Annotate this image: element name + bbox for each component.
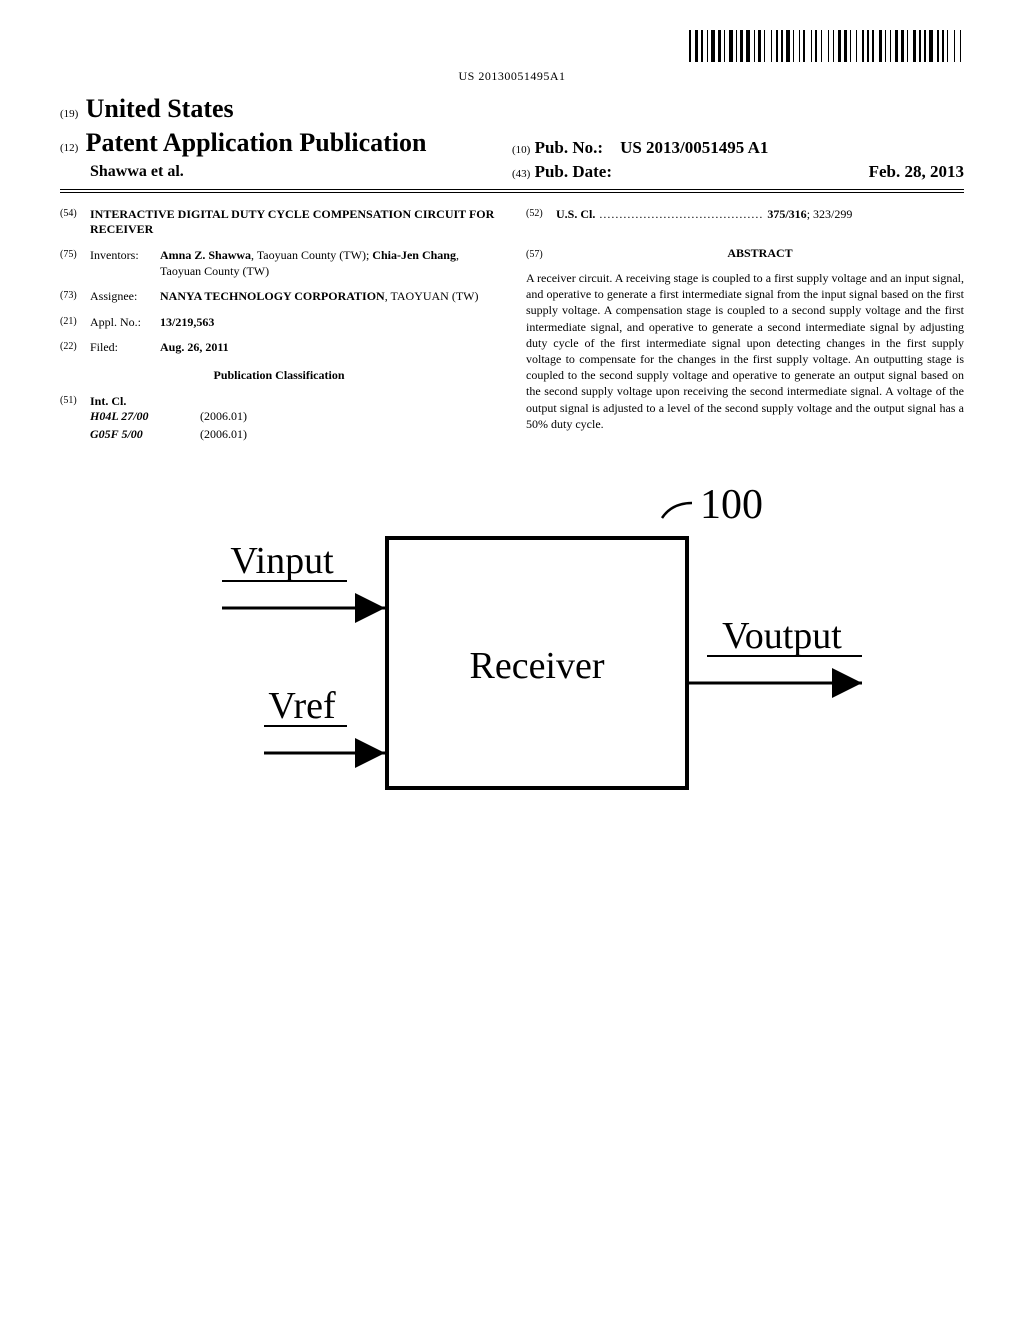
field-num-10: (10) [512,144,530,156]
right-column: (52) U.S. Cl. ..........................… [526,207,964,449]
figure-area: Receiver 100 Vinput Vref Voutput [60,488,964,823]
publication-type: Patent Application Publication [86,128,427,157]
intcl-1-code: H04L 27/00 [90,409,200,425]
refnum-100: 100 [700,488,763,528]
header-left: (19) United States (12) Patent Applicati… [60,92,512,182]
header-row: (19) United States (12) Patent Applicati… [60,92,964,189]
pub-date-label: Pub. Date: [535,162,612,181]
assignee-name: NANYA TECHNOLOGY CORPORATION [160,289,385,303]
pub-no-label: Pub. No.: [535,138,603,157]
uscl-dots: ........................................… [595,207,767,221]
author-line: Shawwa et al. [90,162,512,183]
vinput-label: Vinput [230,540,334,582]
barcode-text: US 20130051495A1 [60,69,964,85]
inventor-2-name: Chia-Jen Chang [372,248,456,262]
inventor-1-loc: , Taoyuan County (TW); [251,248,372,262]
uscl-label: U.S. Cl. [556,207,595,221]
refnum-leader [662,503,692,518]
field-num-43: (43) [512,168,530,180]
assignee-loc: , TAOYUAN (TW) [385,289,479,303]
intcl-1-date: (2006.01) [200,409,247,425]
intcl-2-date: (2006.01) [200,427,247,443]
inventor-1-name: Amna Z. Shawwa [160,248,251,262]
field-num-22: (22) [60,340,90,356]
field-num-75: (75) [60,248,90,279]
field-num-19: (19) [60,108,78,120]
field-num-51: (51) [60,394,90,445]
barcode-area: (function(){ var widths=[2,1,3,1,1,2,1,1… [60,30,964,84]
uscl-value: U.S. Cl. ...............................… [556,207,964,223]
header-right: (10) Pub. No.: US 2013/0051495 A1 (43) P… [512,137,964,183]
field-num-54: (54) [60,207,90,238]
abstract-text: A receiver circuit. A receiving stage is… [526,270,964,432]
applno-value: 13/219,563 [160,315,498,331]
intcl-2-code: G05F 5/00 [90,427,200,443]
field-num-52: (52) [526,207,556,223]
receiver-label: Receiver [469,645,604,687]
body-columns: (54) INTERACTIVE DIGITAL DUTY CYCLE COMP… [60,207,964,449]
uscl-main: 375/316 [767,207,806,221]
divider [60,192,964,193]
field-num-12: (12) [60,142,78,154]
classification-heading: Publication Classification [60,368,498,384]
intcl-block: Int. Cl. H04L 27/00 (2006.01) G05F 5/00 … [90,394,498,445]
vref-label: Vref [268,685,336,727]
intcl-label: Int. Cl. [90,394,498,410]
assignee-label: Assignee: [90,289,160,305]
country: United States [86,94,234,123]
pub-no: US 2013/0051495 A1 [620,138,768,157]
field-num-21: (21) [60,315,90,331]
voutput-label: Voutput [722,615,842,657]
field-num-73: (73) [60,289,90,305]
inventors-label: Inventors: [90,248,160,279]
left-column: (54) INTERACTIVE DIGITAL DUTY CYCLE COMP… [60,207,498,449]
field-num-57: (57) [526,248,556,261]
applno-label: Appl. No.: [90,315,160,331]
figure-svg: Receiver 100 Vinput Vref Voutput [152,488,872,818]
filed-value: Aug. 26, 2011 [160,340,498,356]
inventors-value: Amna Z. Shawwa, Taoyuan County (TW); Chi… [160,248,498,279]
pub-date: Feb. 28, 2013 [869,161,964,183]
uscl-secondary: ; 323/299 [807,207,853,221]
filed-label: Filed: [90,340,160,356]
assignee-value: NANYA TECHNOLOGY CORPORATION, TAOYUAN (T… [160,289,498,305]
abstract-heading: ABSTRACT [556,246,964,262]
invention-title: INTERACTIVE DIGITAL DUTY CYCLE COMPENSAT… [90,207,498,238]
barcode: (function(){ var widths=[2,1,3,1,1,2,1,1… [689,30,964,67]
